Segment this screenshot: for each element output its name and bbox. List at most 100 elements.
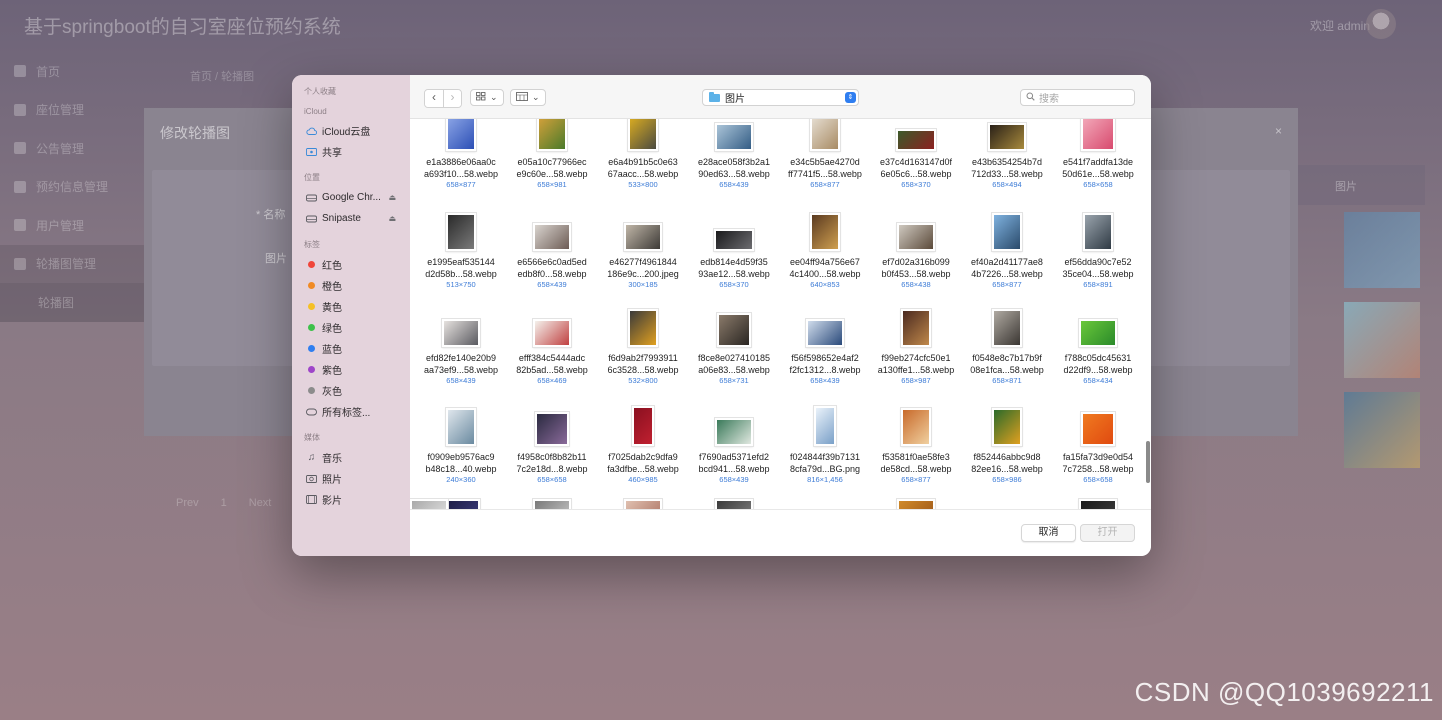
user-icon [14,219,26,232]
avatar[interactable] [1366,9,1396,39]
sidebar-item-all-tags[interactable]: 所有标签... [292,401,410,422]
eject-icon[interactable]: ⏏ [388,193,396,202]
file-item[interactable]: ef7d02a316b099 b0f453...58.webp 658×438 [871,223,961,290]
file-name: efff384c5444adc 82b5ad...58.webp [516,353,588,375]
back-button[interactable]: ‹ [425,90,443,107]
file-dimensions: 533×800 [628,180,658,189]
file-item[interactable]: e6a4b91b5c0e63 67aacc...58.webp 533×800 [598,119,688,190]
sidebar-item-carousel[interactable]: 轮播图 [0,283,160,322]
sidebar-item-users[interactable]: 用户管理 [0,206,160,245]
next-page-button[interactable]: Next [249,497,272,509]
file-item[interactable]: ef56dda90c7e52 35ce04...58.webp 658×891 [1053,213,1143,290]
file-item[interactable]: f024844f39b7131 8cfa79d...BG.png 816×1,456 [780,406,870,485]
file-name: e6566e6c0ad5ed edb8f0...58.webp [517,257,587,279]
favorites-heading: 个人收藏 [304,87,336,96]
file-item[interactable]: f788c05dc45631 d22df9...58.webp 658×434 [1053,319,1143,386]
file-item[interactable]: ef40a2d41177ae8 4b7226...58.webp 658×877 [962,213,1052,290]
cancel-button[interactable]: 取消 [1021,524,1076,542]
file-item[interactable]: e05a10c77966ec e9c60e...58.webp 658×981 [507,119,597,190]
page-number[interactable]: 1 [221,497,227,509]
search-field[interactable]: 搜索 [1020,89,1135,106]
sidebar-item-tag[interactable]: 绿色 [292,317,410,338]
file-name: f0909eb9576ac9 b48c18...40.webp [425,452,497,474]
location-popup[interactable]: 图片 ⇕ [702,89,859,106]
close-icon[interactable]: × [1275,124,1282,138]
file-item[interactable]: efff384c5444adc 82b5ad...58.webp 658×469 [507,319,597,386]
sidebar-item-icloud-drive[interactable]: iCloud云盘 [292,120,410,141]
sidebar-item-google-chrome-disk[interactable]: Google Chr... ⏏ [292,187,410,208]
file-name: f8ce8e027410185 a06e83...58.webp [697,353,771,375]
open-button[interactable]: 打开 [1080,524,1135,542]
file-item[interactable]: e28ace058f3b2a1 90ed63...58.webp 658×439 [689,123,779,190]
file-item[interactable]: ee04ff94a756e67 4c1400...58.webp 640×853 [780,213,870,290]
file-item[interactable]: e1995eaf535144 d2d58b...58.webp 513×750 [416,213,506,290]
icon-view-button[interactable]: ⌄ [470,89,504,106]
sidebar-item-tag[interactable]: 红色 [292,254,410,275]
sidebar-item-carousel-group[interactable]: 轮播图管理 [0,244,160,283]
file-name: e6a4b91b5c0e63 67aacc...58.webp [607,157,679,179]
file-item[interactable]: f852446abbc9d8 82ee16...58.webp 658×986 [962,408,1052,485]
file-thumbnail[interactable] [624,499,662,509]
file-item[interactable]: e34c5b5ae4270d ff7741f5...58.webp 658×877 [780,119,870,190]
sidebar-item-snipaste-disk[interactable]: Snipaste ⏏ [292,208,410,229]
sidebar-item-tag[interactable]: 橙色 [292,275,410,296]
sidebar-item-tag[interactable]: 蓝色 [292,338,410,359]
file-item[interactable]: e541f7addfa13de 50d61e...58.webp 658×658 [1053,119,1143,190]
sidebar-item-home[interactable]: 首页 [0,52,160,91]
group-view-button[interactable]: ⌄ [510,89,546,106]
group-grid-icon [516,92,528,103]
forward-button[interactable]: › [443,90,461,107]
file-item[interactable]: f99eb274cfc50e1 a130ffe1...58.webp 658×987 [871,309,961,386]
file-item[interactable]: f7690ad5371efd2 bcd941...58.webp 658×439 [689,418,779,485]
sidebar-item-tag[interactable]: 灰色 [292,380,410,401]
sidebar-item-reservations[interactable]: 预约信息管理 [0,168,160,207]
file-item[interactable]: f53581f0ae58fe3 de58cd...58.webp 658×877 [871,408,961,485]
file-item[interactable]: f0548e8c7b17b9f 08e1fca...58.webp 658×871 [962,309,1052,386]
sidebar-item-tag[interactable]: 黄色 [292,296,410,317]
file-thumbnail[interactable] [533,499,571,509]
sidebar-item-movies[interactable]: 影片 [292,489,410,510]
file-thumbnail [714,229,754,251]
file-thumbnail[interactable] [410,499,448,509]
sidebar-item-tag[interactable]: 紫色 [292,359,410,380]
file-item[interactable]: f4958c0f8b82b11 7c2e18d...8.webp 658×658 [507,412,597,485]
sidebar-item-music[interactable]: ♫ 音乐 [292,447,410,468]
file-item[interactable]: f56f598652e4af2 f2fc1312...8.webp 658×439 [780,319,870,386]
tag-color-dot-icon [306,387,317,394]
file-thumbnail [715,123,753,151]
home-icon [14,65,26,78]
user-greeting[interactable]: 欢迎 admin [1310,17,1370,34]
file-grid[interactable]: e1a3886e06aa0c a693f10...58.webp 658×877 e0… [410,119,1151,509]
file-item[interactable]: e37c4d163147d0f 6e05c6...58.webp 658×370 [871,129,961,190]
file-item[interactable]: f8ce8e027410185 a06e83...58.webp 658×731 [689,313,779,386]
file-item[interactable]: e1a3886e06aa0c a693f10...58.webp 658×877 [416,119,506,190]
file-dimensions: 658×494 [992,180,1022,189]
sidebar-item-shared[interactable]: 共享 [292,141,410,162]
search-icon [1026,92,1035,104]
file-name: ef7d02a316b099 b0f453...58.webp [881,257,951,279]
file-thumbnail[interactable] [715,499,753,509]
file-thumbnail[interactable] [897,499,935,509]
locations-heading: 位置 [304,173,320,182]
file-item[interactable]: efd82fe140e20b9 aa73ef9...58.webp 658×439 [416,319,506,386]
file-thumbnail[interactable] [1079,499,1117,509]
file-item[interactable]: e46277f4961844 186e9c...200.jpeg 300×185 [598,223,688,290]
file-dimensions: 658×877 [446,180,476,189]
file-item[interactable]: e43b6354254b7d 712d33...58.webp 658×494 [962,123,1052,190]
file-item[interactable]: f6d9ab2f7993911 6c3528...58.webp 532×800 [598,309,688,386]
scrollbar[interactable] [1146,441,1150,483]
file-item[interactable]: e6566e6c0ad5ed edb8f0...58.webp 658×439 [507,223,597,290]
file-thumbnail [446,408,476,446]
file-item[interactable]: fa15fa73d9e0d54 7c7258...58.webp 658×658 [1053,412,1143,485]
sidebar-item-seats[interactable]: 座位管理 [0,91,160,130]
file-item[interactable]: f0909eb9576ac9 b48c18...40.webp 240×360 [416,408,506,485]
file-name: f53581f0ae58fe3 de58cd...58.webp [880,452,952,474]
eject-icon[interactable]: ⏏ [388,214,396,223]
file-dimensions: 658×439 [446,376,476,385]
file-item[interactable]: f7025dab2c9dfa9 fa3dfbe...58.webp 460×985 [598,406,688,485]
file-dimensions: 658×658 [1083,180,1113,189]
file-item[interactable]: edb814e4d59f35 93ae12...58.webp 658×370 [689,229,779,290]
sidebar-item-notices[interactable]: 公告管理 [0,129,160,168]
sidebar-item-photos[interactable]: 照片 [292,468,410,489]
prev-page-button[interactable]: Prev [176,497,199,509]
